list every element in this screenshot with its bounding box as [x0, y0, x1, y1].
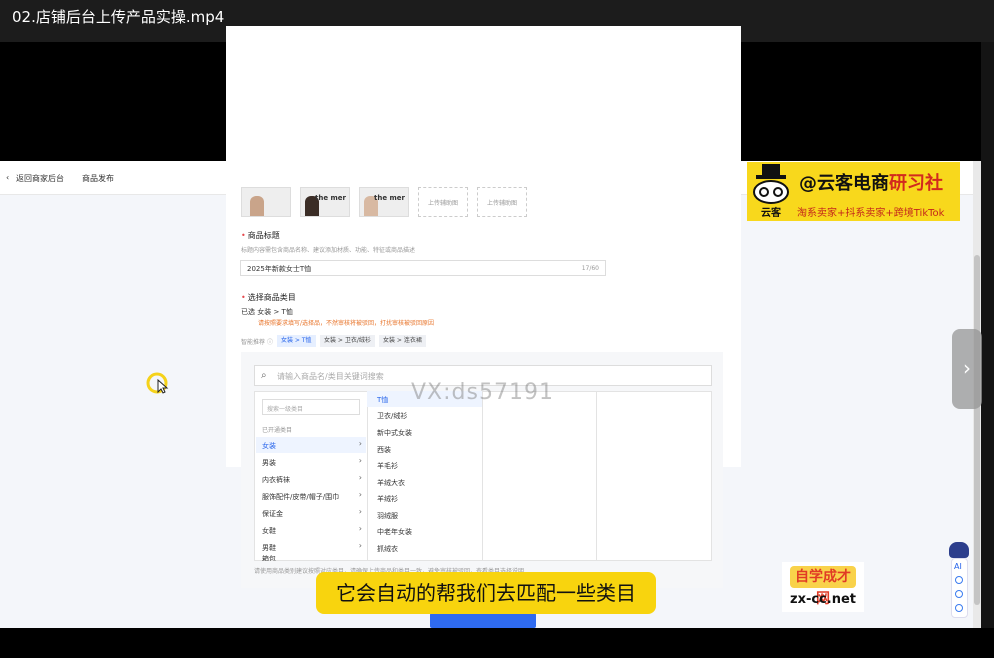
product-title-label: • 商品标题 — [241, 231, 280, 240]
char-counter: 17/60 — [581, 265, 599, 272]
next-arrow-button[interactable]: › — [952, 329, 982, 409]
level1-item[interactable]: 男鞋 › — [256, 539, 366, 553]
smart-recommend-label: 智能推荐 ⓘ — [241, 339, 273, 346]
help-icon[interactable] — [955, 604, 963, 612]
level1-item[interactable]: 女鞋 › — [256, 522, 366, 538]
chevron-right-icon: › — [358, 507, 362, 516]
level1-item[interactable]: 男装 › — [256, 454, 366, 470]
chevron-right-icon: › — [358, 490, 362, 499]
category-label: • 选择商品类目 — [241, 293, 296, 302]
brand-subtitle: 淘系卖家+抖系卖家+跨境TikTok — [797, 208, 945, 219]
level4-column[interactable] — [596, 391, 712, 561]
level2-item[interactable]: 羊绒衫 — [367, 490, 482, 506]
search-placeholder: 请输入商品名/类目关键词搜索 — [277, 372, 384, 381]
robot-assistant-icon[interactable] — [949, 542, 969, 558]
level1-search-input[interactable]: 搜索一级类目 — [262, 399, 360, 415]
back-arrow-icon[interactable]: ‹ — [6, 173, 9, 182]
product-title-input[interactable]: 2025年新款女士T恤 17/60 — [240, 260, 606, 276]
ai-button[interactable]: AI — [954, 562, 962, 571]
product-image-thumb[interactable]: the mer — [300, 187, 350, 217]
mouse-cursor-icon — [146, 372, 169, 394]
back-link[interactable]: 返回商家后台 — [16, 173, 64, 184]
product-image-thumb[interactable] — [241, 187, 291, 217]
site-url: zx-cc.net — [790, 592, 856, 607]
lock-icon[interactable] — [955, 590, 963, 598]
upload-aux-image-button[interactable]: 上传辅助图 — [477, 187, 527, 217]
suggestion-chip[interactable]: 女装 > 卫衣/绒衫 — [320, 335, 375, 347]
info-icon: ⓘ — [266, 339, 273, 346]
level1-item[interactable]: 箱包 — [256, 553, 366, 561]
category-warning: 请按照要求填写/选择品，不然审核将被驳回，打扰审核被驳回原因 — [258, 320, 435, 327]
chevron-right-icon: › — [358, 473, 362, 482]
level1-item[interactable]: 内衣裤袜 › — [256, 471, 366, 487]
breadcrumb: 商品发布 — [82, 174, 114, 183]
level3-column[interactable] — [482, 391, 597, 561]
level2-item[interactable]: 抓绒衣 — [367, 540, 482, 556]
scrollbar-thumb[interactable] — [974, 255, 980, 605]
site-logo-text: 自学成才网 — [790, 566, 856, 607]
selected-category: 已选 女装 > T恤 — [241, 308, 293, 316]
chevron-right-icon: › — [358, 541, 362, 550]
product-title-value: 2025年新款女士T恤 — [247, 265, 312, 273]
search-icon: ⌕ — [261, 370, 267, 381]
brand-name: @云客电商研习社 — [799, 173, 943, 194]
chevron-right-icon: › — [358, 456, 362, 465]
suggestion-chip[interactable]: 女装 > 连衣裙 — [379, 335, 426, 347]
product-image-thumb[interactable]: the mer — [359, 187, 409, 217]
level2-item[interactable]: 羽绒服 — [367, 507, 482, 523]
level2-item[interactable]: 卫衣/绒衫 — [367, 407, 482, 423]
level2-item[interactable]: 西装 — [367, 441, 482, 457]
watermark-text: VX:ds57191 — [411, 380, 554, 405]
headset-icon[interactable] — [955, 576, 963, 584]
level1-item[interactable]: 保证金 › — [256, 505, 366, 521]
product-title-hint: 标题内容需包含商品名称、建议添加材质、功能、特征或商品描述 — [241, 247, 416, 254]
publish-button[interactable] — [430, 613, 536, 628]
subtitle-caption: 它会自动的帮我们去匹配一些类目 — [316, 572, 656, 614]
level2-item[interactable]: 羊绒大衣 — [367, 474, 482, 490]
chevron-right-icon: › — [358, 524, 362, 533]
window-title: 02.店铺后台上传产品实操.mp4 — [12, 8, 225, 26]
side-toolbar: AI — [948, 542, 970, 620]
site-watermark: 自学成才网 zx-cc.net — [782, 562, 864, 612]
thumb-text: the mer — [374, 194, 406, 202]
level1-header: 已开通类目 — [262, 427, 293, 434]
mascot-text: 云客 — [761, 206, 782, 218]
chevron-right-icon: › — [358, 439, 362, 448]
thumb-text: the mer — [315, 194, 347, 202]
player-bottom-bar — [0, 628, 994, 658]
level2-item[interactable]: 中老年女装 — [367, 523, 482, 539]
mascot-icon: 云客 — [753, 164, 789, 218]
level2-item[interactable]: 羊毛衫 — [367, 457, 482, 473]
player-side-strip — [981, 42, 994, 628]
channel-logo: 云客 @云客电商研习社 淘系卖家+抖系卖家+跨境TikTok — [747, 162, 960, 221]
level1-item[interactable]: 服饰配件/皮带/帽子/围巾 › — [256, 488, 366, 504]
upload-aux-image-button[interactable]: 上传辅助图 — [418, 187, 468, 217]
level1-item[interactable]: 女装 › — [256, 437, 366, 453]
suggestion-chip[interactable]: 女装 > T恤 — [277, 335, 316, 347]
level2-item[interactable]: 新中式女装 — [367, 424, 482, 440]
